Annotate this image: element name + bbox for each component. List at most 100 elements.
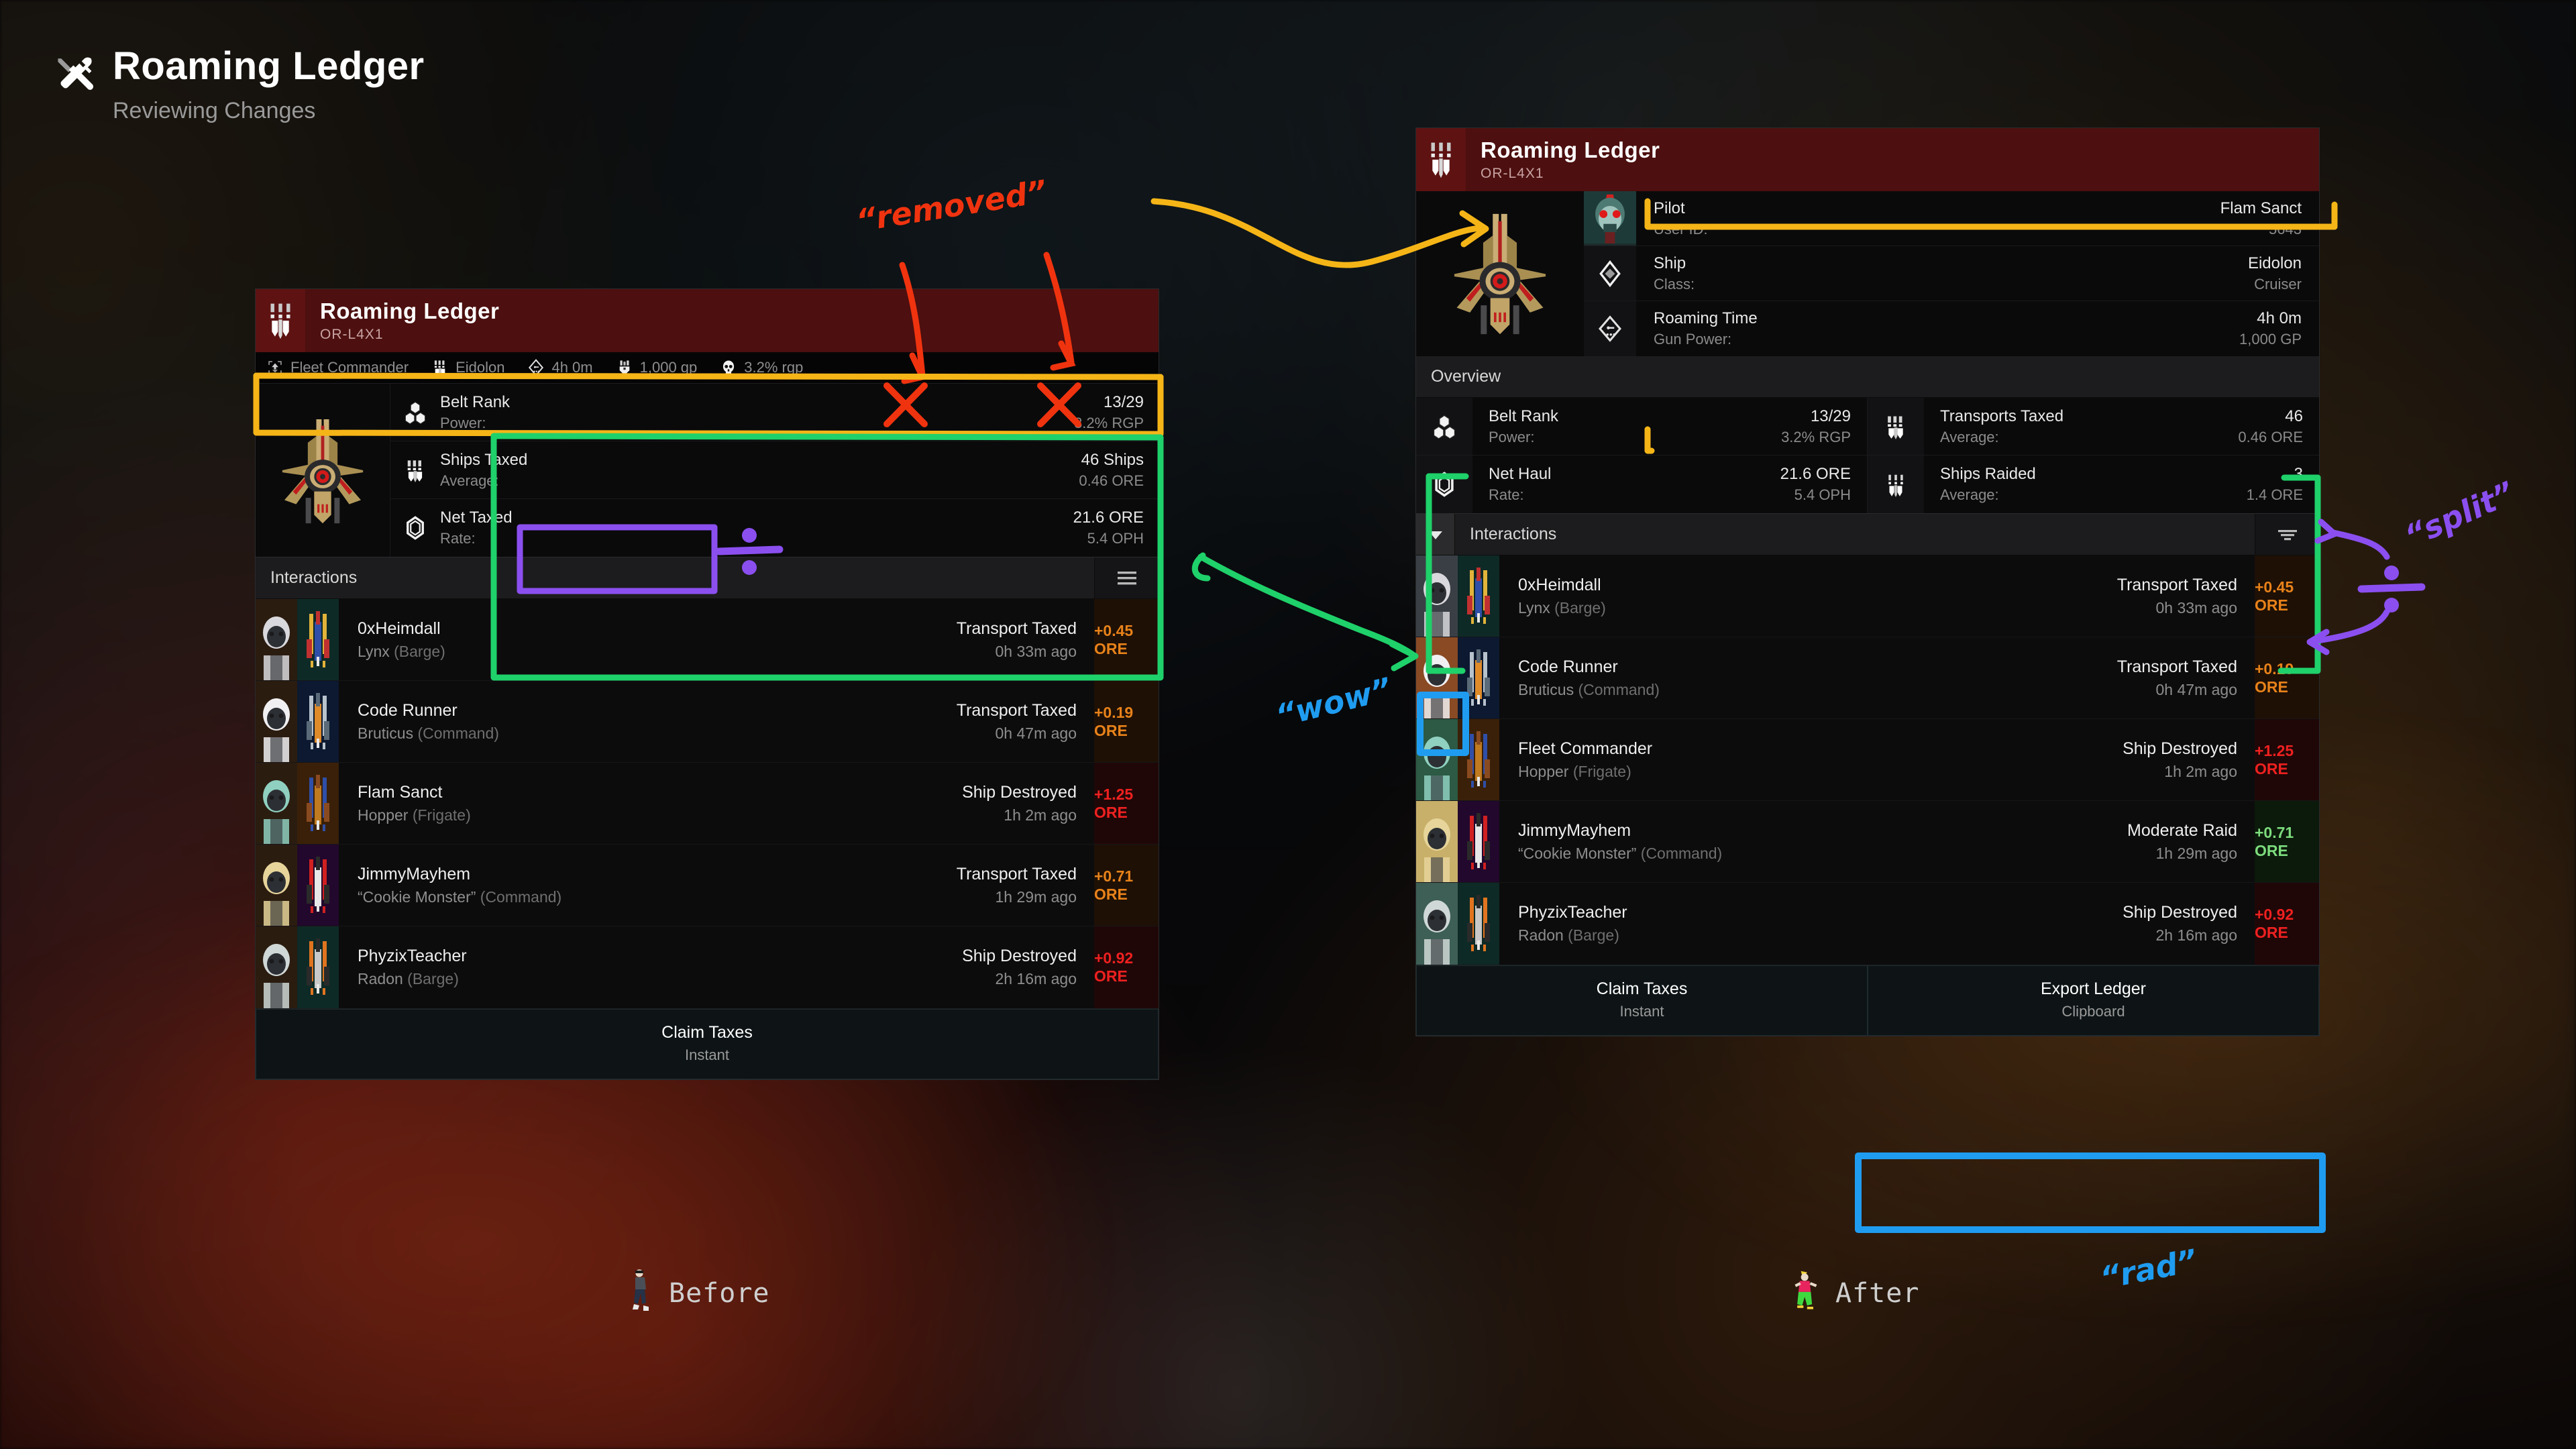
overview-subvalue: 0.46 ORE	[2238, 428, 2303, 445]
action-time: 1h 2m ago	[1004, 806, 1077, 824]
chip-label: 3.2% rgp	[744, 359, 804, 376]
overview-sublabel: Rate:	[1489, 486, 1524, 503]
ship-small-icon	[431, 359, 449, 376]
stat-sublabel: Rate:	[440, 530, 476, 547]
avatar	[256, 763, 297, 844]
table-row[interactable]: PhyzixTeacher Radon (Barge) Ship Destroyed…	[1416, 883, 2319, 965]
pilot-name: PhyzixTeacher	[358, 947, 467, 965]
ship-glyph-icon	[256, 289, 305, 352]
stat-label: Ships Taxed	[440, 450, 528, 469]
ore-cubes-icon	[1432, 414, 1457, 439]
action-label: Ship Destroyed	[2123, 903, 2237, 922]
overview-subvalue: 3.2% RGP	[1781, 428, 1851, 445]
before-panel-header: Roaming Ledger OR-L4X1	[256, 289, 1159, 352]
pilot-row-sublabel: Class:	[1654, 275, 1695, 292]
table-row[interactable]: PhyzixTeacher Radon (Barge) Ship Destroyed…	[256, 926, 1159, 1008]
avatar	[1416, 719, 1458, 800]
footer-button[interactable]: Export Ledger Clipboard	[1868, 965, 2319, 1036]
ship-name: Radon (Barge)	[1518, 926, 1619, 944]
hamburger-menu-icon[interactable]	[1094, 557, 1159, 598]
ships-raided-icon	[1883, 472, 1909, 497]
ore-cubes-icon	[403, 400, 427, 425]
overview-label: Belt Rank	[1489, 407, 1559, 425]
pilot-name: 0xHeimdall	[358, 619, 441, 638]
table-row[interactable]: 0xHeimdall Lynx (Barge) Transport Taxed 0h …	[1416, 555, 2319, 637]
ship-thumbnail	[297, 845, 339, 926]
stat-label: Belt Rank	[440, 392, 511, 411]
clock-diamond-icon	[527, 359, 545, 376]
chip-label: 1,000 gp	[639, 359, 698, 376]
ship-thumbnail	[297, 926, 339, 1008]
amount-badge: +0.45 ORE	[1094, 599, 1159, 680]
table-row[interactable]: JimmyMayhem “Cookie Monster” (Command) Mod…	[1416, 801, 2319, 883]
chip-clock-diamond: 4h 0m	[527, 359, 615, 376]
before-body: Belt Rank Power: 13/29 3.2% RGP Ships Taxed A…	[256, 384, 1159, 557]
pilot-name: JimmyMayhem	[358, 864, 471, 883]
before-footer-buttons: Claim Taxes Instant	[256, 1008, 1159, 1079]
table-row[interactable]: Code Runner Bruticus (Command) Transport T…	[1416, 637, 2319, 719]
action-label: Transport Taxed	[956, 700, 1077, 720]
action-time: 0h 47m ago	[2155, 680, 2237, 698]
action-time: 0h 33m ago	[2155, 598, 2237, 616]
overview-title: Overview	[1416, 356, 2319, 398]
pilot-name: Flam Sanct	[358, 782, 443, 802]
chevron-down-icon[interactable]	[1416, 514, 1455, 555]
chip-label: Eidolon	[455, 359, 505, 376]
transport-icon	[403, 458, 427, 482]
before-ship-render	[256, 384, 390, 557]
hex-ore-icon	[403, 516, 427, 540]
stat-row: Net Taxed Rate: 21.6 ORE 5.4 OPH	[390, 499, 1159, 557]
ship-thumbnail	[1458, 883, 1499, 965]
avatar	[1416, 801, 1458, 882]
action-label: Ship Destroyed	[962, 782, 1077, 802]
table-row[interactable]: Flam Sanct Hopper (Frigate) Ship Destroyed…	[256, 763, 1159, 845]
ship-name: “Cookie Monster” (Command)	[1518, 844, 1723, 862]
footer-button[interactable]: Claim Taxes Instant	[256, 1009, 1159, 1079]
table-row[interactable]: Fleet Commander Hopper (Frigate) Ship Dest…	[1416, 719, 2319, 801]
before-header-title: Roaming Ledger	[320, 299, 500, 323]
table-row[interactable]: JimmyMayhem “Cookie Monster” (Command) Tra…	[256, 845, 1159, 926]
footer-button-label: Claim Taxes	[1596, 979, 1688, 998]
action-time: 1h 2m ago	[2164, 762, 2237, 780]
skull-icon	[720, 359, 737, 376]
before-caption: Before	[627, 1268, 770, 1318]
table-row[interactable]: 0xHeimdall Lynx (Barge) Transport Taxed 0h …	[256, 599, 1159, 681]
avatar	[1416, 555, 1458, 637]
ship-thumbnail	[297, 599, 339, 680]
before-chip-bar: Fleet Commander Eidolon 4h 0m 1,000 gp 3.2% …	[256, 352, 1159, 384]
pilot-row-value: Flam Sanct	[2220, 199, 2302, 217]
pilot-name: PhyzixTeacher	[1518, 903, 1627, 922]
before-interactions-header: Interactions	[256, 557, 1159, 599]
overview-value: 13/29	[1810, 407, 1851, 425]
action-label: Transport Taxed	[2116, 575, 2237, 594]
overview-cell: Ships Raided Average: 3 1.4 ORE	[1868, 455, 2319, 513]
chip-label: Fleet Commander	[290, 359, 409, 376]
overview-cell: Transports Taxed Average: 46 0.46 ORE	[1868, 398, 2319, 455]
after-pilot-block: Pilot User ID: Flam Sanct 5643 Ship Class: Eid…	[1416, 191, 2319, 356]
stat-row: Belt Rank Power: 13/29 3.2% RGP	[390, 384, 1159, 441]
stat-subvalue: 0.46 ORE	[1079, 472, 1144, 489]
avatar	[256, 681, 297, 762]
pilot-row-value: Eidolon	[2247, 254, 2302, 272]
action-time: 2h 16m ago	[2155, 926, 2237, 944]
overview-sublabel: Average:	[1940, 428, 1999, 445]
chip-label: 4h 0m	[551, 359, 593, 376]
footer-button[interactable]: Claim Taxes Instant	[1416, 965, 1868, 1036]
pilot-name: Code Runner	[358, 700, 458, 720]
table-row[interactable]: Code Runner Bruticus (Command) Transport T…	[256, 681, 1159, 763]
pilot-row-value: 4h 0m	[2257, 309, 2302, 327]
before-panel: Roaming Ledger OR-L4X1 Fleet Commander Ei…	[255, 288, 1159, 1080]
footer-button-label: Claim Taxes	[661, 1023, 753, 1042]
ship-name: Hopper (Frigate)	[358, 806, 471, 824]
avatar	[256, 599, 297, 680]
pilot-row-subvalue: 1,000 GP	[2239, 331, 2302, 347]
pilot-row-label: Roaming Time	[1654, 309, 1758, 327]
amount-badge: +0.45 ORE	[2255, 555, 2319, 637]
action-time: 2h 16m ago	[995, 970, 1077, 987]
filter-icon[interactable]	[2255, 514, 2319, 555]
before-header-subtitle: OR-L4X1	[320, 327, 384, 342]
overview-grid: Belt Rank Power: 13/29 3.2% RGP Transports T…	[1416, 398, 2319, 513]
rank-badge-icon	[266, 359, 284, 376]
action-label: Ship Destroyed	[2123, 739, 2237, 758]
action-time: 0h 47m ago	[995, 724, 1077, 742]
